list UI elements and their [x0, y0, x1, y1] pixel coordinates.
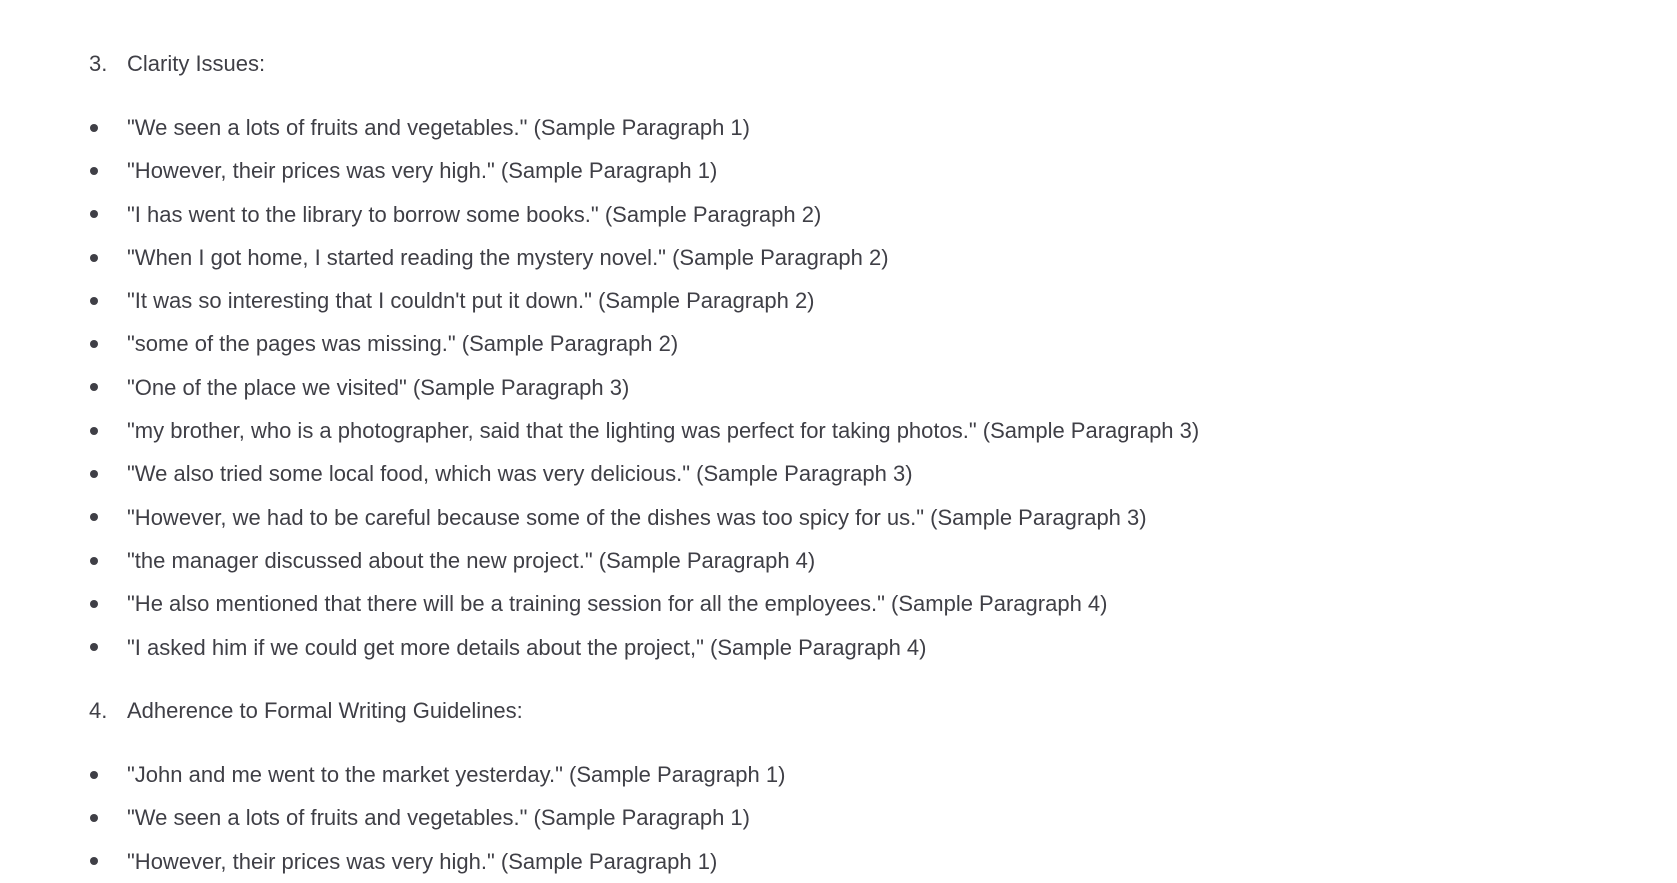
bullet-icon [90, 426, 98, 435]
bullet-icon [90, 123, 98, 132]
list-item-text: "We seen a lots of fruits and vegetables… [127, 115, 750, 140]
list-item-text: "One of the place we visited" (Sample Pa… [127, 374, 630, 400]
bullet-icon [90, 470, 98, 479]
list-item: "However, their prices was very high." (… [89, 149, 1199, 192]
list-item-text: "It was so interesting that I couldn't p… [127, 288, 815, 314]
bullet-icon [90, 210, 98, 219]
list-item: "When I got home, I started reading the … [89, 236, 1199, 279]
clarity-issues-list: "We seen a lots of fruits and vegetables… [89, 106, 1199, 669]
list-item-text: "However, we had to be careful because s… [127, 504, 1147, 530]
section-number: 3. [89, 51, 108, 76]
bullet-icon [90, 556, 98, 565]
list-item: "my brother, who is a photographer, said… [89, 409, 1199, 452]
list-item-text: "John and me went to the market yesterda… [127, 762, 786, 787]
list-item-text: "some of the pages was missing." (Sample… [127, 331, 679, 357]
list-item-text: "We also tried some local food, which wa… [127, 461, 913, 487]
bullet-icon [90, 296, 98, 305]
list-item-text: "However, their prices was very high." (… [127, 848, 718, 874]
bullet-icon [90, 340, 98, 349]
list-item: "We also tried some local food, which wa… [89, 452, 1199, 495]
section-heading-clarity-issues: 3. Clarity Issues: [89, 49, 265, 79]
list-item: "However, we had to be careful because s… [89, 496, 1199, 539]
section-title: Clarity Issues: [127, 51, 266, 76]
section-number: 4. [89, 698, 108, 723]
section-title: Adherence to Formal Writing Guidelines: [127, 698, 523, 723]
list-item: "However, their prices was very high." (… [89, 840, 785, 883]
list-item: "He also mentioned that there will be a … [89, 582, 1199, 625]
bullet-icon [90, 253, 98, 262]
list-item: "One of the place we visited" (Sample Pa… [89, 366, 1199, 409]
bullet-icon [90, 513, 98, 522]
list-item: "We seen a lots of fruits and vegetables… [89, 106, 1199, 149]
list-item-text: "I asked him if we could get more detail… [127, 634, 927, 660]
bullet-icon [90, 857, 98, 866]
section-heading-formal-writing: 4. Adherence to Formal Writing Guideline… [89, 696, 523, 726]
list-item-text: "However, their prices was very high." (… [127, 158, 718, 184]
list-item: "the manager discussed about the new pro… [89, 539, 1199, 582]
list-item: "It was so interesting that I couldn't p… [89, 279, 1199, 322]
list-item: "John and me went to the market yesterda… [89, 753, 785, 796]
list-item-text: "I has went to the library to borrow som… [127, 201, 822, 227]
list-item: "We seen a lots of fruits and vegetables… [89, 796, 785, 839]
list-item-text: "When I got home, I started reading the … [127, 244, 889, 270]
list-item: "I has went to the library to borrow som… [89, 193, 1199, 236]
bullet-icon [90, 643, 98, 652]
bullet-icon [90, 770, 98, 779]
bullet-icon [90, 383, 98, 392]
bullet-icon [90, 813, 98, 822]
list-item-text: "my brother, who is a photographer, said… [127, 418, 1200, 444]
list-item: "some of the pages was missing." (Sample… [89, 322, 1199, 365]
formal-writing-list: "John and me went to the market yesterda… [89, 753, 785, 883]
list-item: "I asked him if we could get more detail… [89, 626, 1199, 669]
bullet-icon [90, 166, 98, 175]
list-item-text: "We seen a lots of fruits and vegetables… [127, 805, 750, 831]
bullet-icon [90, 599, 98, 608]
list-item-text: "He also mentioned that there will be a … [127, 591, 1108, 617]
list-item-text: "the manager discussed about the new pro… [127, 547, 816, 573]
document-content: 3. Clarity Issues: "We seen a lots of fr… [0, 0, 1677, 874]
